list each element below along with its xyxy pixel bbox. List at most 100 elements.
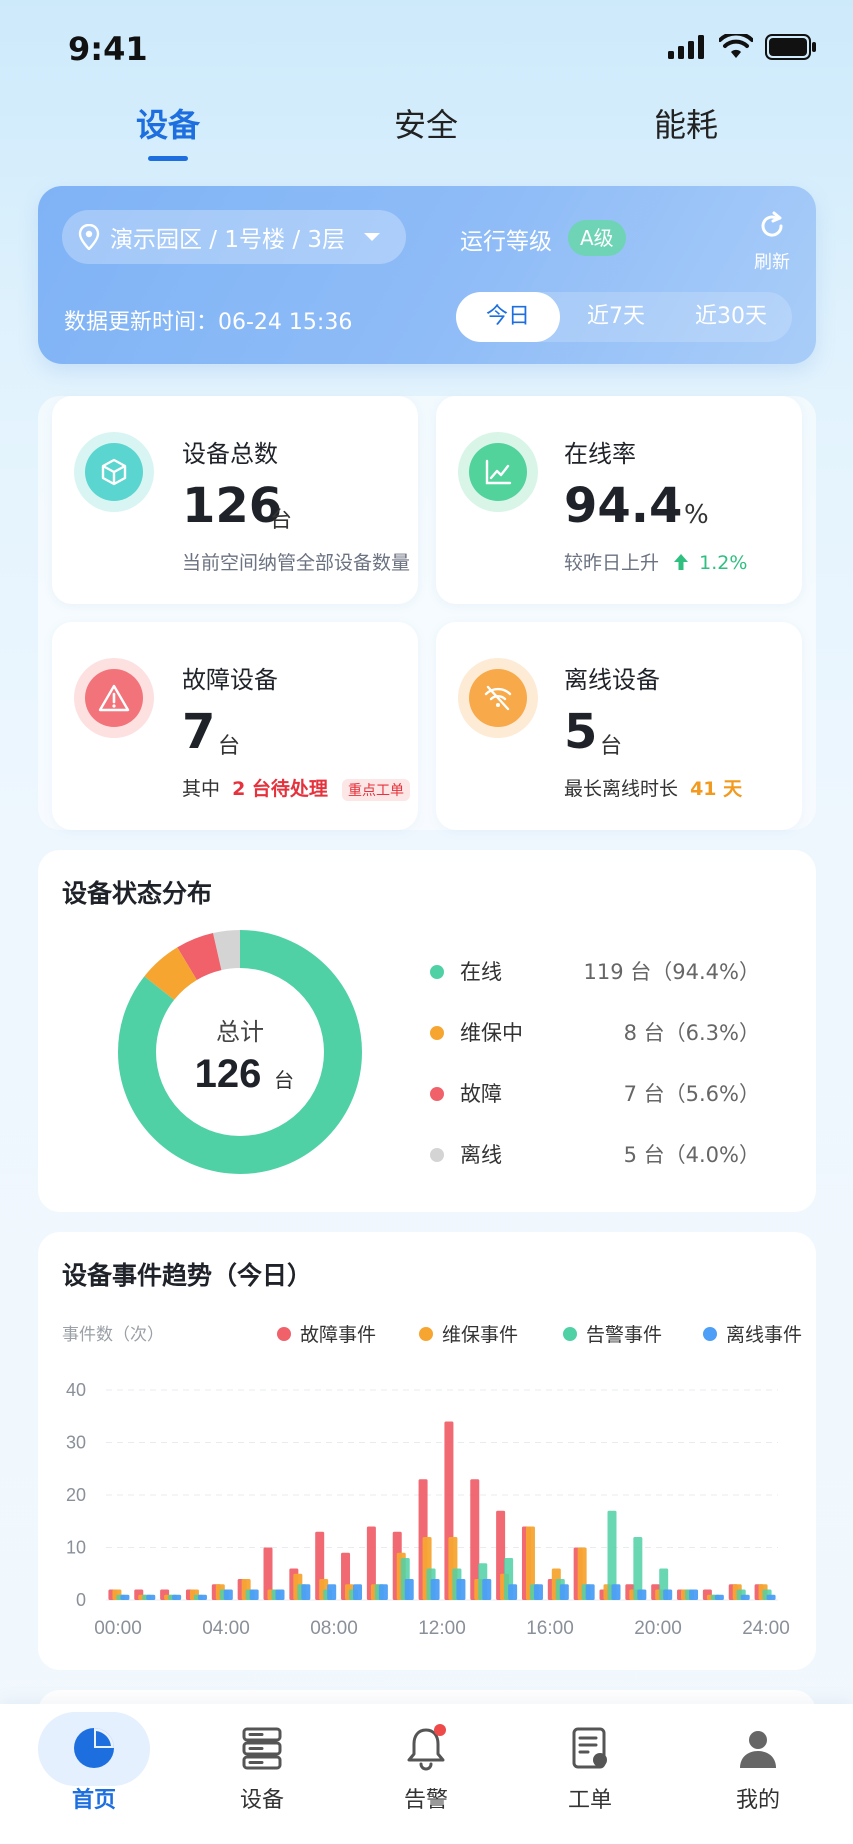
bar-offline xyxy=(353,1584,363,1600)
bar-offline xyxy=(637,1589,647,1600)
bar-offline xyxy=(430,1579,440,1600)
time-range-selector: 今日 近7天 近30天 xyxy=(456,292,792,342)
refresh-button[interactable]: 刷新 xyxy=(744,210,800,274)
pending-count: 2 台待处理 xyxy=(232,778,328,800)
legend-row-online: 在线 119 台（94.4%） xyxy=(430,956,760,986)
bar-offline xyxy=(197,1594,207,1600)
x-tick-label: 20:00 xyxy=(634,1618,682,1639)
donut-center-unit: 台 xyxy=(274,1069,294,1092)
y-tick-label: 30 xyxy=(66,1433,86,1453)
bottom-navigation: 首页 设备 告警 工单 我的 xyxy=(0,1704,853,1844)
legend-dot xyxy=(430,1148,444,1162)
y-tick-label: 10 xyxy=(66,1538,86,1558)
stat-card-total[interactable]: 设备总数 126 台 当前空间纳管全部设备数量 xyxy=(52,396,418,604)
tab-active-indicator xyxy=(148,156,188,161)
x-tick-label: 04:00 xyxy=(202,1618,250,1639)
stats-panel: 设备总数 126 台 当前空间纳管全部设备数量 在线率 94.4 % 较昨日上升… xyxy=(38,396,816,830)
range-today[interactable]: 今日 xyxy=(456,292,560,342)
stat-card-fault[interactable]: 故障设备 7 台 其中 2 台待处理 重点工单 xyxy=(52,622,418,830)
bar-offline xyxy=(559,1584,569,1600)
card-title: 设备事件趋势（今日） xyxy=(62,1261,313,1290)
status-donut-chart: 总计 126 台 xyxy=(118,930,362,1174)
signal-icon xyxy=(668,35,704,59)
status-distribution-card: 设备状态分布 总计 126 台 在线 119 台（94.4%） 维保中 8 台（… xyxy=(38,850,816,1212)
stat-note-prefix: 最长离线时长 xyxy=(564,778,679,800)
legend-row-offline: 离线 5 台（4.0%） xyxy=(430,1139,760,1169)
bar-offline xyxy=(404,1579,414,1600)
stat-icon-wrap xyxy=(458,658,538,738)
home-pie-icon xyxy=(74,1728,114,1768)
bar-offline xyxy=(223,1589,233,1600)
legend-value: 8 台（6.3%） xyxy=(623,1021,760,1045)
bar-offline xyxy=(378,1584,388,1600)
clipboard-icon xyxy=(572,1727,607,1769)
location-selector[interactable]: 演示园区 / 1号楼 / 3层 xyxy=(62,210,406,264)
stat-card-online-rate[interactable]: 在线率 94.4 % 较昨日上升 1.2% xyxy=(436,396,802,604)
legend-dot xyxy=(430,1087,444,1101)
bell-icon xyxy=(407,1724,446,1771)
top-tab-bar: 设备 安全 能耗 xyxy=(0,100,853,170)
refresh-label: 刷新 xyxy=(754,252,790,273)
legend-value: 7 台（5.6%） xyxy=(623,1082,760,1106)
bar-offline xyxy=(456,1579,466,1600)
donut-center-label: 总计 xyxy=(216,1019,264,1046)
overview-header-card: 演示园区 / 1号楼 / 3层 运行等级 A级 刷新 数据更新时间：06-24 … xyxy=(38,186,816,364)
nav-label: 告警 xyxy=(403,1788,448,1813)
stat-value: 5 xyxy=(564,704,598,760)
donut-center-value: 126 xyxy=(195,1052,262,1096)
range-7-days[interactable]: 近7天 xyxy=(564,292,668,342)
bar-offline xyxy=(714,1594,724,1600)
location-pin-icon xyxy=(78,224,100,250)
bar-offline xyxy=(585,1584,595,1600)
stat-note: 最长离线时长 41 天 xyxy=(564,774,742,801)
warning-icon xyxy=(98,684,130,712)
nav-device[interactable]: 设备 xyxy=(202,1724,322,1814)
legend-name: 离线 xyxy=(460,1143,502,1167)
stat-value: 94.4 xyxy=(564,478,683,534)
nav-work-order[interactable]: 工单 xyxy=(530,1724,650,1814)
legend-swatch xyxy=(703,1327,717,1341)
bar-offline xyxy=(689,1589,699,1600)
tab-safety[interactable]: 安全 xyxy=(394,100,458,146)
bar-offline xyxy=(275,1589,285,1600)
legend-dot xyxy=(430,1026,444,1040)
legend-swatch xyxy=(563,1327,577,1341)
nav-label: 设备 xyxy=(239,1788,284,1813)
bar-offline xyxy=(301,1584,311,1600)
bar-offline xyxy=(482,1579,492,1600)
x-tick-label: 12:00 xyxy=(418,1618,466,1639)
nav-label: 工单 xyxy=(567,1788,612,1813)
stat-card-offline[interactable]: 离线设备 5 台 最长离线时长 41 天 xyxy=(436,622,802,830)
stat-title: 在线率 xyxy=(564,440,636,468)
nav-home[interactable]: 首页 xyxy=(34,1724,154,1814)
nav-profile[interactable]: 我的 xyxy=(698,1724,818,1814)
legend-row-fault: 故障 7 台（5.6%） xyxy=(430,1078,760,1108)
range-30-days[interactable]: 近30天 xyxy=(672,292,790,342)
stat-icon-wrap xyxy=(458,432,538,512)
user-icon xyxy=(740,1731,776,1768)
line-chart-icon xyxy=(485,459,512,485)
status-time: 9:41 xyxy=(68,30,148,68)
location-text: 演示园区 / 1号楼 / 3层 xyxy=(110,227,346,253)
y-tick-label: 40 xyxy=(66,1380,86,1400)
stat-title: 设备总数 xyxy=(182,440,278,468)
cube-icon xyxy=(101,458,127,486)
legend-label: 维保事件 xyxy=(442,1324,518,1346)
offline-duration: 41 天 xyxy=(690,778,743,800)
x-tick-label: 08:00 xyxy=(310,1618,358,1639)
legend-row-maintenance: 维保中 8 台（6.3%） xyxy=(430,1017,760,1047)
y-axis-label: 事件数（次） xyxy=(62,1325,164,1344)
stat-unit: 台 xyxy=(270,508,293,533)
event-trend-card: 设备事件趋势（今日） 事件数（次） 0 10 20 30 40 00:00 04:00 08:… xyxy=(38,1232,816,1670)
card-title: 设备状态分布 xyxy=(62,879,213,908)
stat-title: 故障设备 xyxy=(182,666,278,694)
nav-alarm[interactable]: 告警 xyxy=(366,1724,486,1814)
x-tick-label: 00:00 xyxy=(94,1618,142,1639)
legend-value: 119 台（94.4%） xyxy=(583,960,760,984)
bar-offline xyxy=(508,1584,518,1600)
tab-energy[interactable]: 能耗 xyxy=(654,100,718,146)
stat-note: 较昨日上升 1.2% xyxy=(564,548,747,575)
tab-device[interactable]: 设备 xyxy=(136,100,200,146)
stat-unit: 台 xyxy=(600,734,623,759)
y-tick-label: 20 xyxy=(66,1485,86,1505)
